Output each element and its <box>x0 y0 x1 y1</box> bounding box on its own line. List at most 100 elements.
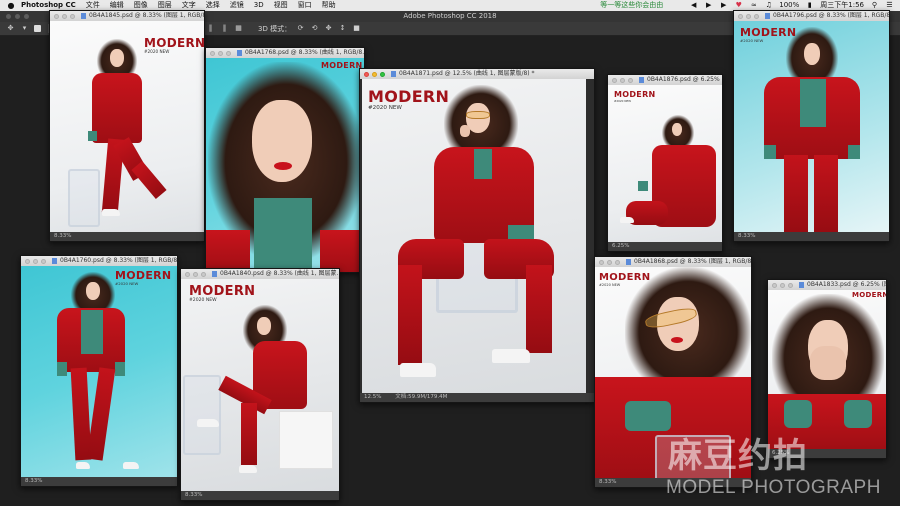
red-jacket <box>206 230 250 272</box>
red-pants <box>814 155 838 232</box>
close-doc-icon[interactable] <box>185 271 190 277</box>
green-cuff <box>764 145 776 159</box>
minimize-doc-icon[interactable] <box>372 71 377 77</box>
document-title: 0B4A1768.psd @ 8.33% (曲线 1, RGB/8... <box>245 49 364 56</box>
document-tab[interactable]: 0B4A1796.psd @ 8.33% (图层 1, RGB/8) <box>734 11 889 21</box>
zoom-window-icon[interactable] <box>24 14 29 19</box>
close-doc-icon[interactable] <box>54 13 59 19</box>
zoom-level[interactable]: 12.5% <box>364 394 381 400</box>
zoom-doc-icon[interactable] <box>754 13 759 19</box>
minimize-doc-icon[interactable] <box>33 258 38 264</box>
distribute-right-icon[interactable]: ‖ <box>220 24 229 33</box>
close-doc-icon[interactable] <box>599 259 604 265</box>
zoom-doc-icon[interactable] <box>226 50 231 56</box>
minimize-doc-icon[interactable] <box>218 50 223 56</box>
zoom-level[interactable]: 8.33% <box>738 233 755 239</box>
hand <box>810 346 846 380</box>
document-tab[interactable]: 0B4A1871.psd @ 12.5% (曲线 1, 图层蒙版/8) * <box>360 69 594 79</box>
tool-dropdown-icon[interactable]: ▾ <box>20 24 29 33</box>
menu-view[interactable]: 视图 <box>269 0 293 11</box>
zoom-doc-icon[interactable] <box>41 258 46 264</box>
document-title: 0B4A1796.psd @ 8.33% (图层 1, RGB/8) <box>773 12 889 19</box>
document-tab[interactable]: 0B4A1845.psd @ 8.33% (图层 1, RGB/8) * <box>50 11 204 21</box>
zoom-level[interactable]: 8.33% <box>599 479 616 485</box>
close-doc-icon[interactable] <box>772 282 777 288</box>
document-tab[interactable]: 0B4A1840.psd @ 8.33% (曲线 1, 图层蒙... <box>181 269 339 279</box>
document-window-1845[interactable]: 0B4A1845.psd @ 8.33% (图层 1, RGB/8) * MOD… <box>49 10 205 242</box>
document-window-1871[interactable]: 0B4A1871.psd @ 12.5% (曲线 1, 图层蒙版/8) * MO… <box>359 68 595 403</box>
play-icon[interactable]: ▶ <box>704 0 713 11</box>
document-tab[interactable]: 0B4A1868.psd @ 8.33% (图层 1, RGB/8... <box>595 257 751 267</box>
menu-window[interactable]: 窗口 <box>293 0 317 11</box>
minimize-doc-icon[interactable] <box>620 77 625 83</box>
document-tab[interactable]: 0B4A1876.psd @ 6.25% (图... <box>608 75 722 85</box>
photo-canvas[interactable]: MODERN#2020 NEW <box>734 21 889 232</box>
red-pants <box>131 160 167 200</box>
3d-roll-icon[interactable]: ⟲ <box>310 24 319 33</box>
photo-canvas[interactable]: MODERN#2020 NEW <box>50 21 204 232</box>
minimize-doc-icon[interactable] <box>746 13 751 19</box>
minimize-doc-icon[interactable] <box>193 271 198 277</box>
close-doc-icon[interactable] <box>210 50 215 56</box>
photo-canvas[interactable]: MODERN#2020 NEW <box>608 85 722 242</box>
magazine-masthead: MODERN#2020 NEW <box>144 36 204 54</box>
green-cuff <box>848 145 860 159</box>
document-window-1876[interactable]: 0B4A1876.psd @ 6.25% (图... MODERN#2020 N… <box>607 74 723 252</box>
zoom-doc-icon[interactable] <box>788 282 793 288</box>
photo-canvas[interactable]: MODERN#2020 NEW <box>362 79 586 393</box>
close-doc-icon[interactable] <box>612 77 617 83</box>
status-bar: 6.25% <box>608 242 722 251</box>
menu-3d[interactable]: 3D <box>249 0 269 11</box>
3d-rotate-icon[interactable]: ⟳ <box>296 24 305 33</box>
document-tab[interactable]: 0B4A1768.psd @ 8.33% (曲线 1, RGB/8... <box>206 48 364 58</box>
3d-slide-icon[interactable]: ↕ <box>338 24 347 33</box>
close-doc-icon[interactable] <box>25 258 30 264</box>
zoom-level[interactable]: 8.33% <box>54 233 71 239</box>
minimize-doc-icon[interactable] <box>62 13 67 19</box>
zoom-level[interactable]: 8.33% <box>25 478 42 484</box>
next-track-icon[interactable]: ▶ <box>719 0 728 11</box>
minimize-doc-icon[interactable] <box>780 282 785 288</box>
document-window-1840[interactable]: 0B4A1840.psd @ 8.33% (曲线 1, 图层蒙... MODER… <box>180 268 340 501</box>
green-shirt <box>474 149 492 179</box>
document-tab[interactable]: 0B4A1833.psd @ 6.25% (图层 1... <box>768 280 886 290</box>
zoom-level[interactable]: 6.25% <box>612 243 629 249</box>
close-doc-icon[interactable] <box>738 13 743 19</box>
close-window-icon[interactable] <box>6 14 11 19</box>
3d-pan-icon[interactable]: ✥ <box>324 24 333 33</box>
model-face <box>672 123 682 136</box>
document-window-1768[interactable]: 0B4A1768.psd @ 8.33% (曲线 1, RGB/8... MOD… <box>205 47 365 273</box>
document-window-1760[interactable]: 0B4A1760.psd @ 8.33% (图层 1, RGB/8) * MOD… <box>20 255 178 487</box>
photo-canvas[interactable]: MODERN <box>768 290 886 449</box>
menu-filter[interactable]: 滤镜 <box>225 0 249 11</box>
document-tab[interactable]: 0B4A1760.psd @ 8.33% (图层 1, RGB/8) * <box>21 256 177 266</box>
white-sneaker <box>197 419 219 427</box>
apple-menu-icon[interactable]: ● <box>6 0 16 11</box>
minimize-window-icon[interactable] <box>15 14 20 19</box>
white-sneaker <box>400 363 436 377</box>
distribute-center-icon[interactable]: ‖ <box>206 24 215 33</box>
3d-scale-icon[interactable]: ■ <box>352 24 361 33</box>
auto-select-checkbox[interactable] <box>34 25 41 32</box>
zoom-level[interactable]: 8.33% <box>185 492 202 498</box>
previous-track-icon[interactable]: ◀ <box>689 0 698 11</box>
photo-canvas[interactable]: MODERN <box>206 58 364 272</box>
3d-mode-label: 3D 模式： <box>258 24 292 33</box>
photo-canvas[interactable]: MODERN#2020 NEW <box>181 279 339 491</box>
now-playing-ticker[interactable]: 等一等这些你会由由 <box>600 0 663 11</box>
move-tool-icon[interactable]: ✥ <box>6 24 15 33</box>
photo-canvas[interactable]: MODERN#2020 NEW <box>21 266 177 477</box>
acrylic-chair <box>183 375 221 455</box>
document-size[interactable]: 文档:59.9M/179.4M <box>395 394 447 400</box>
document-window-1796[interactable]: 0B4A1796.psd @ 8.33% (图层 1, RGB/8) MODER… <box>733 10 890 242</box>
document-title: 0B4A1760.psd @ 8.33% (图层 1, RGB/8) * <box>60 257 177 264</box>
menu-help[interactable]: 帮助 <box>317 0 341 11</box>
zoom-doc-icon[interactable] <box>201 271 206 277</box>
zoom-doc-icon[interactable] <box>615 259 620 265</box>
close-doc-icon[interactable] <box>364 71 369 77</box>
zoom-doc-icon[interactable] <box>628 77 633 83</box>
zoom-doc-icon[interactable] <box>70 13 75 19</box>
zoom-doc-icon[interactable] <box>380 71 385 77</box>
auto-align-icon[interactable]: ▦ <box>234 24 243 33</box>
minimize-doc-icon[interactable] <box>607 259 612 265</box>
